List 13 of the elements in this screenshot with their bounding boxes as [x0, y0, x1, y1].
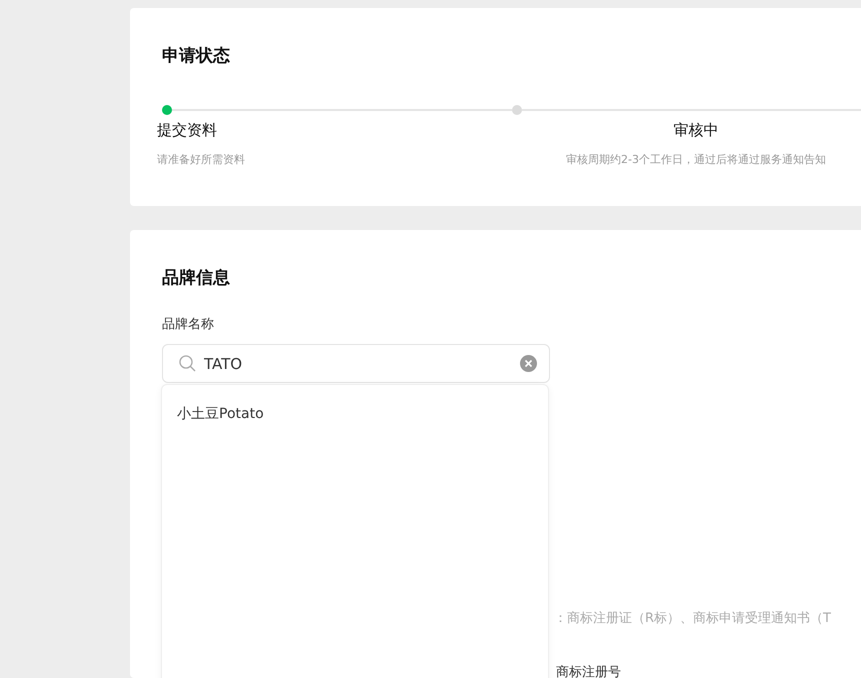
- clear-icon[interactable]: [520, 355, 537, 372]
- step-hint: 审核周期约2-3个工作日，通过后将通过服务通知告知: [566, 152, 826, 167]
- suggestion-item[interactable]: 小土豆Potato: [177, 405, 533, 423]
- search-field[interactable]: TATO: [162, 344, 550, 383]
- search-icon: [179, 355, 196, 372]
- card-title: 申请状态: [162, 45, 231, 67]
- field-label: 商标注册号: [556, 664, 622, 678]
- document-type-note: ：商标注册证（R标）、商标申请受理通知书（T: [554, 610, 832, 627]
- card-title: 品牌信息: [162, 267, 231, 289]
- step-label: 审核中: [674, 121, 718, 140]
- step-label: 提交资料: [157, 121, 217, 140]
- field-label: 品牌名称: [162, 316, 215, 333]
- step-hint: 请准备好所需资料: [157, 152, 245, 167]
